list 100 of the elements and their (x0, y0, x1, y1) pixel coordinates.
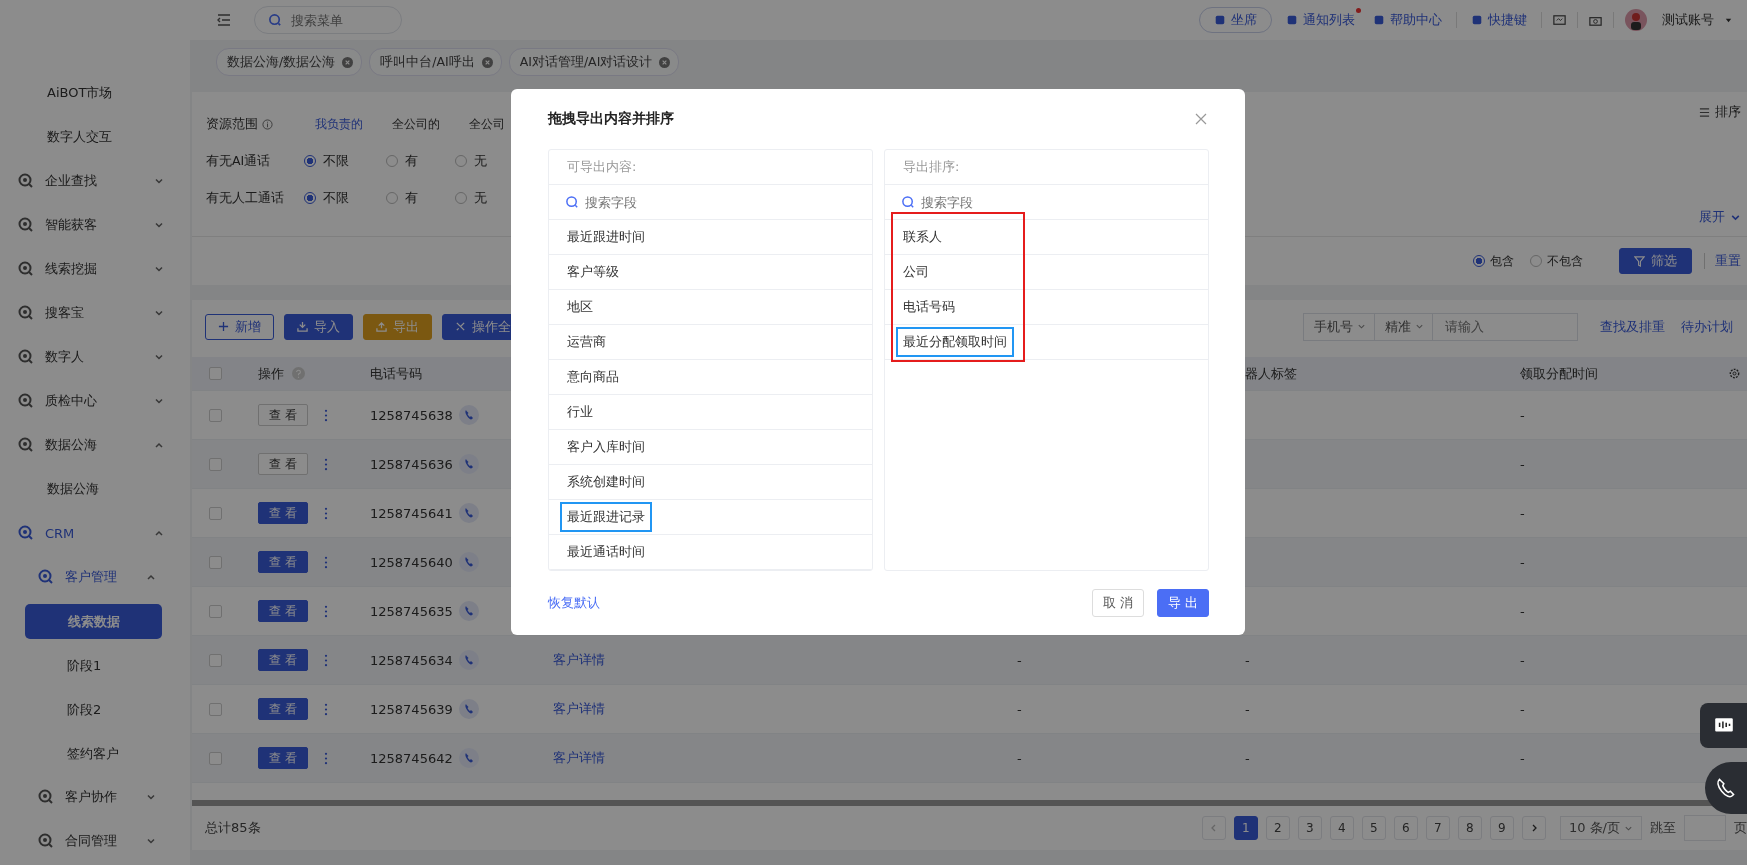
sidebar-item[interactable]: 阶段1 (25, 647, 162, 683)
page-button[interactable]: 9 (1489, 816, 1514, 840)
radio-label[interactable]: 有 (405, 152, 418, 170)
phone-icon[interactable] (458, 503, 479, 523)
radio-label[interactable]: 不限 (323, 189, 349, 207)
more-icon[interactable] (324, 702, 328, 716)
voice-chat-button[interactable] (1700, 703, 1747, 748)
sidebar-item[interactable]: 搜客宝 (0, 291, 190, 335)
radio-label[interactable]: 无 (474, 152, 487, 170)
draggable-field[interactable]: 客户等级 (560, 257, 626, 287)
draggable-field[interactable]: 行业 (560, 397, 600, 427)
search-field[interactable]: 搜索字段 (549, 184, 872, 220)
more-icon[interactable] (324, 653, 328, 667)
checkbox[interactable] (209, 506, 222, 520)
draggable-field[interactable]: 电话号码 (896, 292, 962, 322)
phone-icon[interactable] (458, 650, 479, 670)
page-tab[interactable]: 呼叫中台/AI呼出 (369, 48, 502, 76)
draggable-field[interactable]: 运营商 (560, 327, 613, 357)
page-button[interactable]: 4 (1329, 816, 1354, 840)
scope-tab[interactable]: 全公司的 (392, 115, 440, 133)
radio-button[interactable] (1473, 255, 1485, 267)
page-tab[interactable]: 数据公海/数据公海 (216, 48, 363, 76)
phone-icon[interactable] (458, 552, 479, 572)
radio-button[interactable] (304, 155, 316, 167)
page-button[interactable]: 3 (1297, 816, 1322, 840)
checkbox[interactable] (209, 653, 222, 667)
sidebar-item[interactable]: AiBOT市场 (40, 80, 120, 106)
sidebar-item[interactable]: 阶段2 (25, 691, 162, 727)
user-name[interactable]: 测试账号 (1662, 11, 1714, 29)
radio-label[interactable]: 无 (474, 189, 487, 207)
settings-icon[interactable] (1728, 367, 1741, 380)
draggable-field[interactable]: 最近分配领取时间 (896, 327, 1014, 357)
dialog-button[interactable]: 导 出 (1157, 589, 1209, 617)
checkbox[interactable] (209, 751, 222, 765)
draggable-field[interactable]: 地区 (560, 292, 600, 322)
page-tab[interactable]: AI对话管理/AI对话设计 (508, 48, 680, 76)
sidebar-item[interactable]: 数据公海 (0, 423, 190, 467)
view-button[interactable]: 查 看 (258, 502, 308, 524)
view-button[interactable]: 查 看 (258, 600, 308, 622)
sidebar-item[interactable]: CRM (0, 511, 190, 555)
radio-label[interactable]: 不限 (323, 152, 349, 170)
page-button[interactable]: 1 (1233, 816, 1258, 840)
view-button[interactable]: 查 看 (258, 404, 308, 426)
view-button[interactable]: 查 看 (258, 747, 308, 769)
scope-tab[interactable]: 全公司 (469, 115, 505, 133)
draggable-field[interactable]: 最近通话时间 (560, 537, 652, 567)
draggable-field[interactable]: 最近跟进时间 (560, 222, 652, 252)
page-button[interactable]: 6 (1393, 816, 1418, 840)
more-icon[interactable] (324, 604, 328, 618)
checkbox[interactable] (209, 408, 222, 422)
sidebar-item[interactable]: 数字人 (0, 335, 190, 379)
detail-link[interactable]: 客户详情 (553, 701, 605, 716)
more-icon[interactable] (324, 457, 328, 471)
sidebar-item[interactable]: 线索数据 (25, 603, 162, 639)
toolbar-link[interactable]: 待办计划 (1681, 317, 1733, 336)
checkbox[interactable] (209, 555, 222, 569)
phone-icon[interactable] (458, 405, 479, 425)
sidebar-item[interactable]: 客户协作 (0, 775, 190, 819)
search-field[interactable]: 搜索字段 (885, 184, 1208, 220)
draggable-field[interactable]: 公司 (896, 257, 936, 287)
restore-default-link[interactable]: 恢复默认 (548, 594, 600, 612)
more-icon[interactable] (324, 751, 328, 765)
checkbox[interactable] (209, 702, 222, 716)
radio-label[interactable]: 包含 (1490, 253, 1514, 269)
page-input[interactable] (1684, 815, 1726, 841)
sidebar-item[interactable]: 签约客户 (25, 735, 162, 771)
match-select[interactable]: 精准 (1374, 312, 1432, 341)
view-button[interactable]: 查 看 (258, 698, 308, 720)
toolbar-button[interactable]: 导入 (284, 313, 353, 340)
more-icon[interactable] (324, 408, 328, 422)
more-icon[interactable] (324, 555, 328, 569)
draggable-field[interactable]: 客户入库时间 (560, 432, 652, 462)
draggable-field[interactable]: 最近跟进记录 (560, 502, 652, 532)
sidebar-item[interactable]: 质检中心 (0, 379, 190, 423)
avatar-icon[interactable] (1624, 8, 1648, 32)
close-icon[interactable] (342, 56, 354, 68)
view-button[interactable]: 查 看 (258, 649, 308, 671)
expand-link[interactable]: 展开 (1699, 209, 1725, 226)
top-link[interactable]: 快捷键 (1467, 11, 1531, 29)
radio-label[interactable]: 不包含 (1547, 253, 1583, 269)
page-button[interactable]: 8 (1457, 816, 1482, 840)
toolbar-button[interactable]: 新增 (205, 313, 274, 340)
phone-icon[interactable] (458, 748, 479, 768)
close-icon[interactable] (659, 56, 671, 68)
page-button[interactable]: 7 (1425, 816, 1450, 840)
checkbox[interactable] (209, 604, 222, 618)
draggable-field[interactable]: 系统创建时间 (560, 467, 652, 497)
draggable-field[interactable]: 意向商品 (560, 362, 626, 392)
search-field[interactable]: 搜索菜单 (254, 6, 402, 34)
dialog-button[interactable]: 取 消 (1092, 589, 1144, 617)
view-button[interactable]: 查 看 (258, 551, 308, 573)
list-icon[interactable] (1699, 107, 1710, 118)
next-page-button[interactable] (1521, 816, 1546, 840)
filter-button[interactable]: 筛选 (1619, 248, 1692, 274)
field-select[interactable]: 手机号 (1303, 312, 1374, 341)
draggable-field[interactable]: 联系人 (896, 222, 949, 252)
page-button[interactable]: 5 (1361, 816, 1386, 840)
radio-label[interactable]: 有 (405, 189, 418, 207)
scope-tab[interactable]: 我负责的 (315, 115, 363, 133)
sidebar-item[interactable]: 数据公海 (40, 476, 106, 502)
